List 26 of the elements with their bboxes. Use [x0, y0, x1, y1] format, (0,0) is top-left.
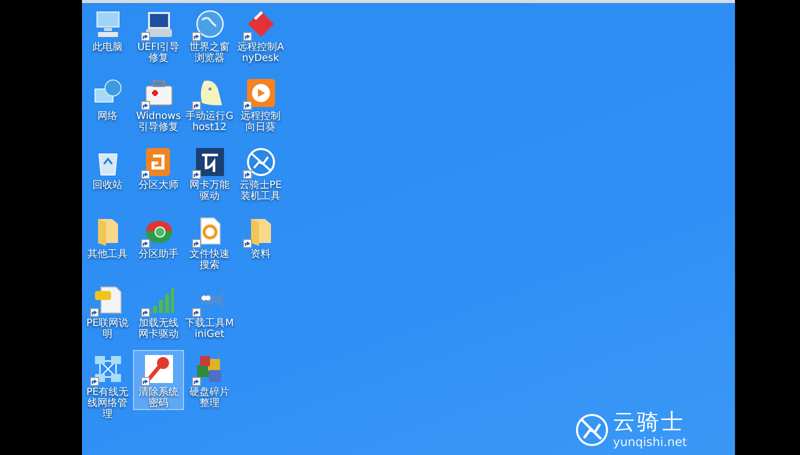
desktop-shortcut[interactable]: 网络 — [82, 74, 133, 123]
desktop-shortcut[interactable]: 网卡万能驱动 — [184, 143, 235, 203]
globe-icon — [194, 8, 226, 40]
desktop-shortcut[interactable]: 下载工具MiniGet — [184, 281, 235, 341]
desktop-shortcut[interactable]: 资料 — [235, 212, 286, 261]
desktop-shortcut[interactable]: 手动运行Ghost12 — [184, 74, 235, 134]
desktop-shortcut[interactable]: 加载无线网卡驱动 — [133, 281, 184, 341]
desktop-shortcut[interactable]: 世界之窗浏览器 — [184, 5, 235, 65]
desktop-shortcut[interactable]: 硬盘碎片整理 — [184, 350, 235, 410]
brand-url: yunqishi.net — [613, 435, 687, 449]
desktop-shortcut[interactable]: Widnows引导修复 — [133, 74, 184, 134]
desktop-shortcut[interactable]: 回收站 — [82, 143, 133, 192]
desktop-shortcut[interactable]: 分区助手 — [133, 212, 184, 261]
desktop-shortcut[interactable]: PE有线无线网络管理 — [82, 350, 133, 421]
desktop-shortcut[interactable]: 其他工具 — [82, 212, 133, 261]
desktop-shortcut[interactable]: 云骑士PE装机工具 — [235, 143, 286, 203]
desktop-shortcut[interactable]: 清除系统密码 — [133, 350, 184, 410]
desktop-shortcut[interactable]: 远程控制AnyDesk — [235, 5, 286, 65]
desktop-shortcut[interactable]: UEFI引导修复 — [133, 5, 184, 65]
app-tile-icon — [194, 146, 226, 178]
desktop-shortcut[interactable]: 分区大师 — [133, 143, 184, 192]
desktop-shortcut[interactable]: 文件快速搜索 — [184, 212, 235, 272]
desktop-shortcut[interactable]: PE联网说明 — [82, 281, 133, 341]
brand-name: 云骑士 — [613, 411, 686, 435]
desktop-shortcut[interactable]: 此电脑 — [82, 5, 133, 54]
desktop-shortcut[interactable]: 远程控制向日葵 — [235, 74, 286, 134]
